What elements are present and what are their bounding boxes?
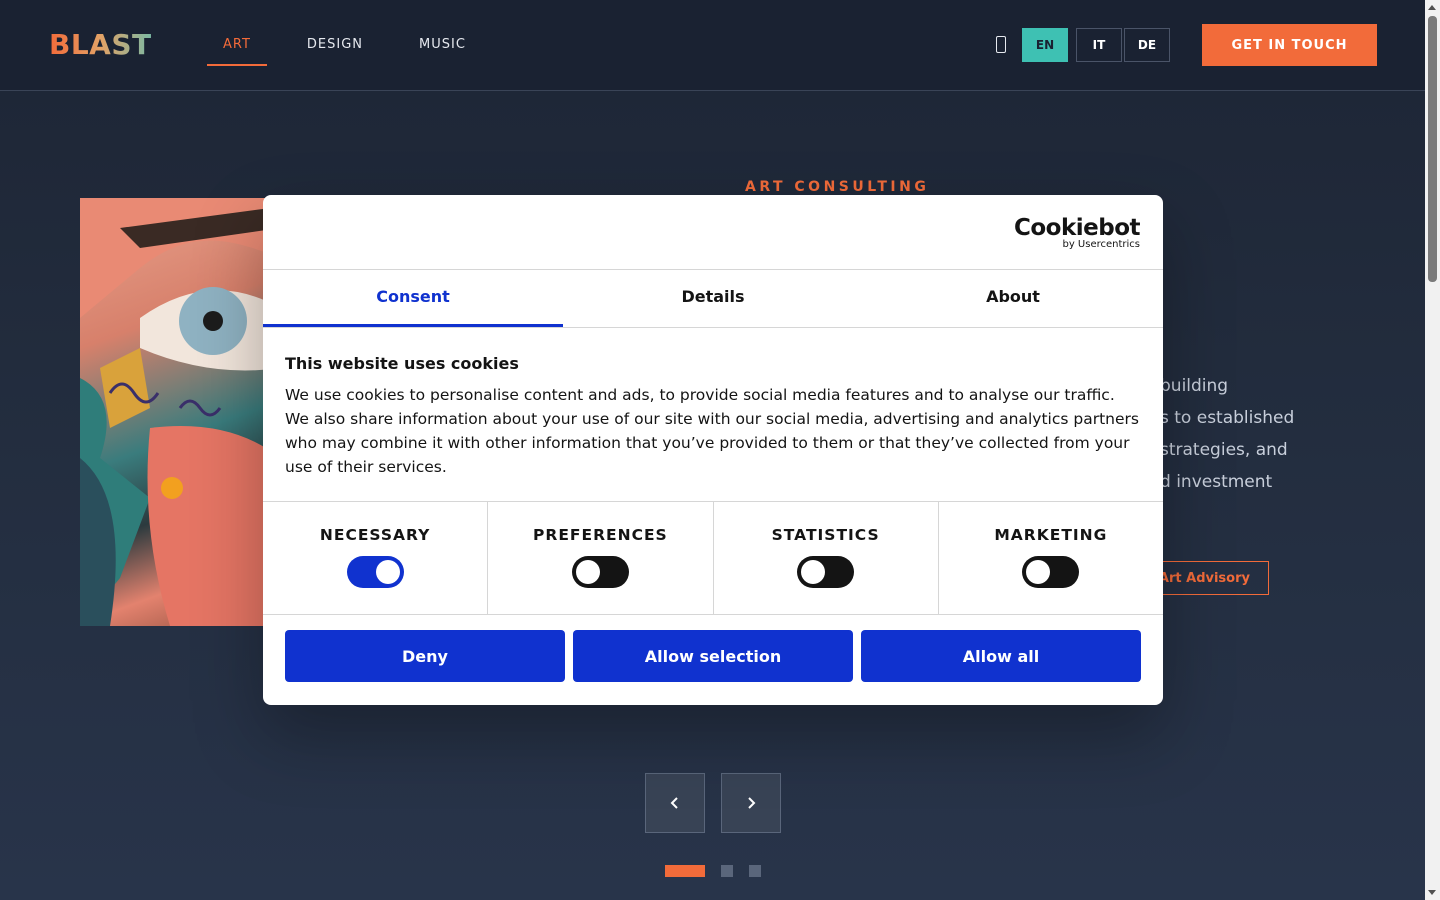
lang-button-de[interactable]: DE <box>1124 28 1170 62</box>
phone-icon[interactable] <box>996 36 1006 53</box>
scroll-down-icon[interactable] <box>1428 890 1436 895</box>
nav-item-design[interactable]: DESIGN <box>291 24 379 66</box>
toggle-label: PREFERENCES <box>533 526 668 544</box>
chevron-left-icon <box>670 797 678 809</box>
page-scrollbar[interactable] <box>1425 0 1440 900</box>
toggle-label: NECESSARY <box>319 526 431 544</box>
dialog-buttons: Deny Allow selection Allow all <box>263 615 1163 697</box>
site-header: BLAST ART DESIGN MUSIC EN IT DE GET IN T… <box>0 0 1425 91</box>
nav-item-music[interactable]: MUSIC <box>403 24 482 66</box>
tab-details[interactable]: Details <box>563 270 863 327</box>
hero-text-line: strategies, and <box>1160 440 1288 460</box>
consent-toggles: NECESSARY PREFERENCES STATISTICS MARKETI… <box>263 502 1163 615</box>
chevron-right-icon <box>748 797 756 809</box>
slide-dot-2[interactable] <box>721 865 733 877</box>
hero-text-line: building <box>1160 376 1229 396</box>
lang-button-it[interactable]: IT <box>1076 28 1122 62</box>
necessary-toggle[interactable] <box>346 556 404 588</box>
marketing-toggle[interactable] <box>1022 556 1080 588</box>
main-nav: ART DESIGN MUSIC <box>207 24 506 66</box>
nav-item-art[interactable]: ART <box>207 24 267 66</box>
scroll-thumb[interactable] <box>1428 16 1437 282</box>
toggle-knob <box>375 560 400 584</box>
dialog-description: We use cookies to personalise content an… <box>285 386 1139 476</box>
toggle-label: MARKETING <box>994 526 1108 544</box>
toggle-knob <box>1026 560 1051 584</box>
dialog-title: This website uses cookies <box>285 354 519 373</box>
statistics-toggle[interactable] <box>797 556 855 588</box>
tab-about[interactable]: About <box>863 270 1163 327</box>
get-in-touch-button[interactable]: GET IN TOUCH <box>1202 24 1377 66</box>
dialog-tabs: Consent Details About <box>263 270 1163 328</box>
allow-selection-button[interactable]: Allow selection <box>573 630 853 682</box>
toggle-necessary-group: NECESSARY <box>263 502 489 614</box>
hero-text-line: s to established <box>1160 408 1295 428</box>
cookie-consent-dialog: Cookiebot by Usercentrics Consent Detail… <box>263 195 1163 705</box>
toggle-preferences-group: PREFERENCES <box>488 502 714 614</box>
toggle-knob <box>801 560 826 584</box>
site-logo[interactable]: BLAST <box>49 28 152 61</box>
slide-dot-3[interactable] <box>749 865 761 877</box>
hero-artwork-image <box>80 198 280 626</box>
toggle-statistics-group: STATISTICS <box>714 502 939 614</box>
preferences-toggle[interactable] <box>571 556 629 588</box>
toggle-label: STATISTICS <box>771 526 880 544</box>
hero-description: building s to established strategies, an… <box>1160 370 1410 498</box>
cookiebot-logo[interactable]: Cookiebot by Usercentrics <box>1013 215 1141 250</box>
scroll-up-icon[interactable] <box>1428 5 1436 10</box>
dialog-body: This website uses cookies We use cookies… <box>263 328 1163 502</box>
next-slide-button[interactable] <box>721 773 781 833</box>
lang-button-en[interactable]: EN <box>1022 28 1068 62</box>
toggle-marketing-group: MARKETING <box>939 502 1163 614</box>
hero-eyebrow: ART CONSULTING <box>745 179 930 195</box>
toggle-knob <box>575 560 600 584</box>
hero-text-line: d investment <box>1160 472 1273 492</box>
deny-button[interactable]: Deny <box>285 630 565 682</box>
slide-dot-1[interactable] <box>665 865 705 877</box>
dialog-header: Cookiebot by Usercentrics <box>263 195 1163 270</box>
prev-slide-button[interactable] <box>645 773 705 833</box>
allow-all-button[interactable]: Allow all <box>861 630 1141 682</box>
tab-consent[interactable]: Consent <box>263 270 563 327</box>
cookiebot-brand: Cookiebot <box>1013 215 1141 241</box>
